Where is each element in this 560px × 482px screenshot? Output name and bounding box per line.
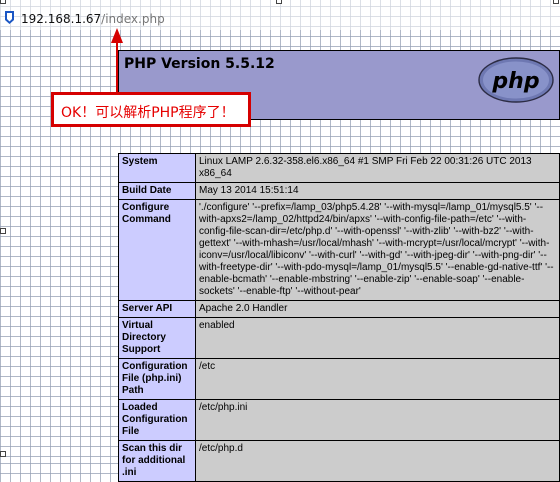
row-value: Apache 2.0 Handler xyxy=(195,300,560,318)
row-key: Loaded Configuration File xyxy=(118,399,196,441)
row-value: May 13 2014 15:51:14 xyxy=(195,182,560,200)
table-row: System Linux LAMP 2.6.32-358.el6.x86_64 #… xyxy=(118,153,560,183)
annotation-callout: OK！可以解析PHP程序了！ xyxy=(51,92,251,127)
row-value: /etc/php.d xyxy=(195,440,560,482)
page-icon xyxy=(5,11,14,24)
selection-handle[interactable] xyxy=(553,0,559,4)
row-key: Configure Command xyxy=(118,199,196,301)
row-key: Build Date xyxy=(118,182,196,200)
table-row: Configuration File (php.ini) Path/etc xyxy=(118,358,560,400)
selection-handle[interactable] xyxy=(0,451,6,457)
selection-handle[interactable] xyxy=(0,0,6,4)
selection-handle[interactable] xyxy=(276,0,282,4)
row-key: System xyxy=(118,153,196,183)
row-value: Linux LAMP 2.6.32-358.el6.x86_64 #1 SMP … xyxy=(195,153,560,183)
selection-handle[interactable] xyxy=(0,228,6,234)
php-info-table: System Linux LAMP 2.6.32-358.el6.x86_64 #… xyxy=(118,153,560,482)
php-logo: php xyxy=(478,57,554,103)
address-path: /index.php xyxy=(101,12,165,26)
row-value: /etc xyxy=(195,358,560,400)
table-row: Virtual Directory Support enabled xyxy=(118,317,560,359)
row-value: './configure' '--prefix=/lamp_03/php5.4.… xyxy=(195,199,560,301)
row-key: Virtual Directory Support xyxy=(118,317,196,359)
php-logo-text: php xyxy=(491,69,539,94)
address-host: 192.168.1.67 xyxy=(21,12,102,26)
table-row: Build Date May 13 2014 15:51:14 xyxy=(118,182,560,200)
annotation-text: OK！可以解析PHP程序了！ xyxy=(61,105,235,121)
table-row: Scan this dir for additional .ini/etc/ph… xyxy=(118,440,560,482)
address-url[interactable]: 192.168.1.67/index.php xyxy=(21,12,165,26)
row-key: Scan this dir for additional .ini xyxy=(118,440,196,482)
php-version-title: PHP Version 5.5.12 xyxy=(124,56,275,72)
table-row: Configure Command './configure' '--prefix… xyxy=(118,199,560,301)
row-key: Configuration File (php.ini) Path xyxy=(118,358,196,400)
table-row: Loaded Configuration File/etc/php.ini xyxy=(118,399,560,441)
row-key: Server API xyxy=(118,300,196,318)
address-bar[interactable]: 192.168.1.67/index.php xyxy=(0,0,560,30)
table-row: Server API Apache 2.0 Handler xyxy=(118,300,560,318)
row-value: /etc/php.ini xyxy=(195,399,560,441)
row-value: enabled xyxy=(195,317,560,359)
